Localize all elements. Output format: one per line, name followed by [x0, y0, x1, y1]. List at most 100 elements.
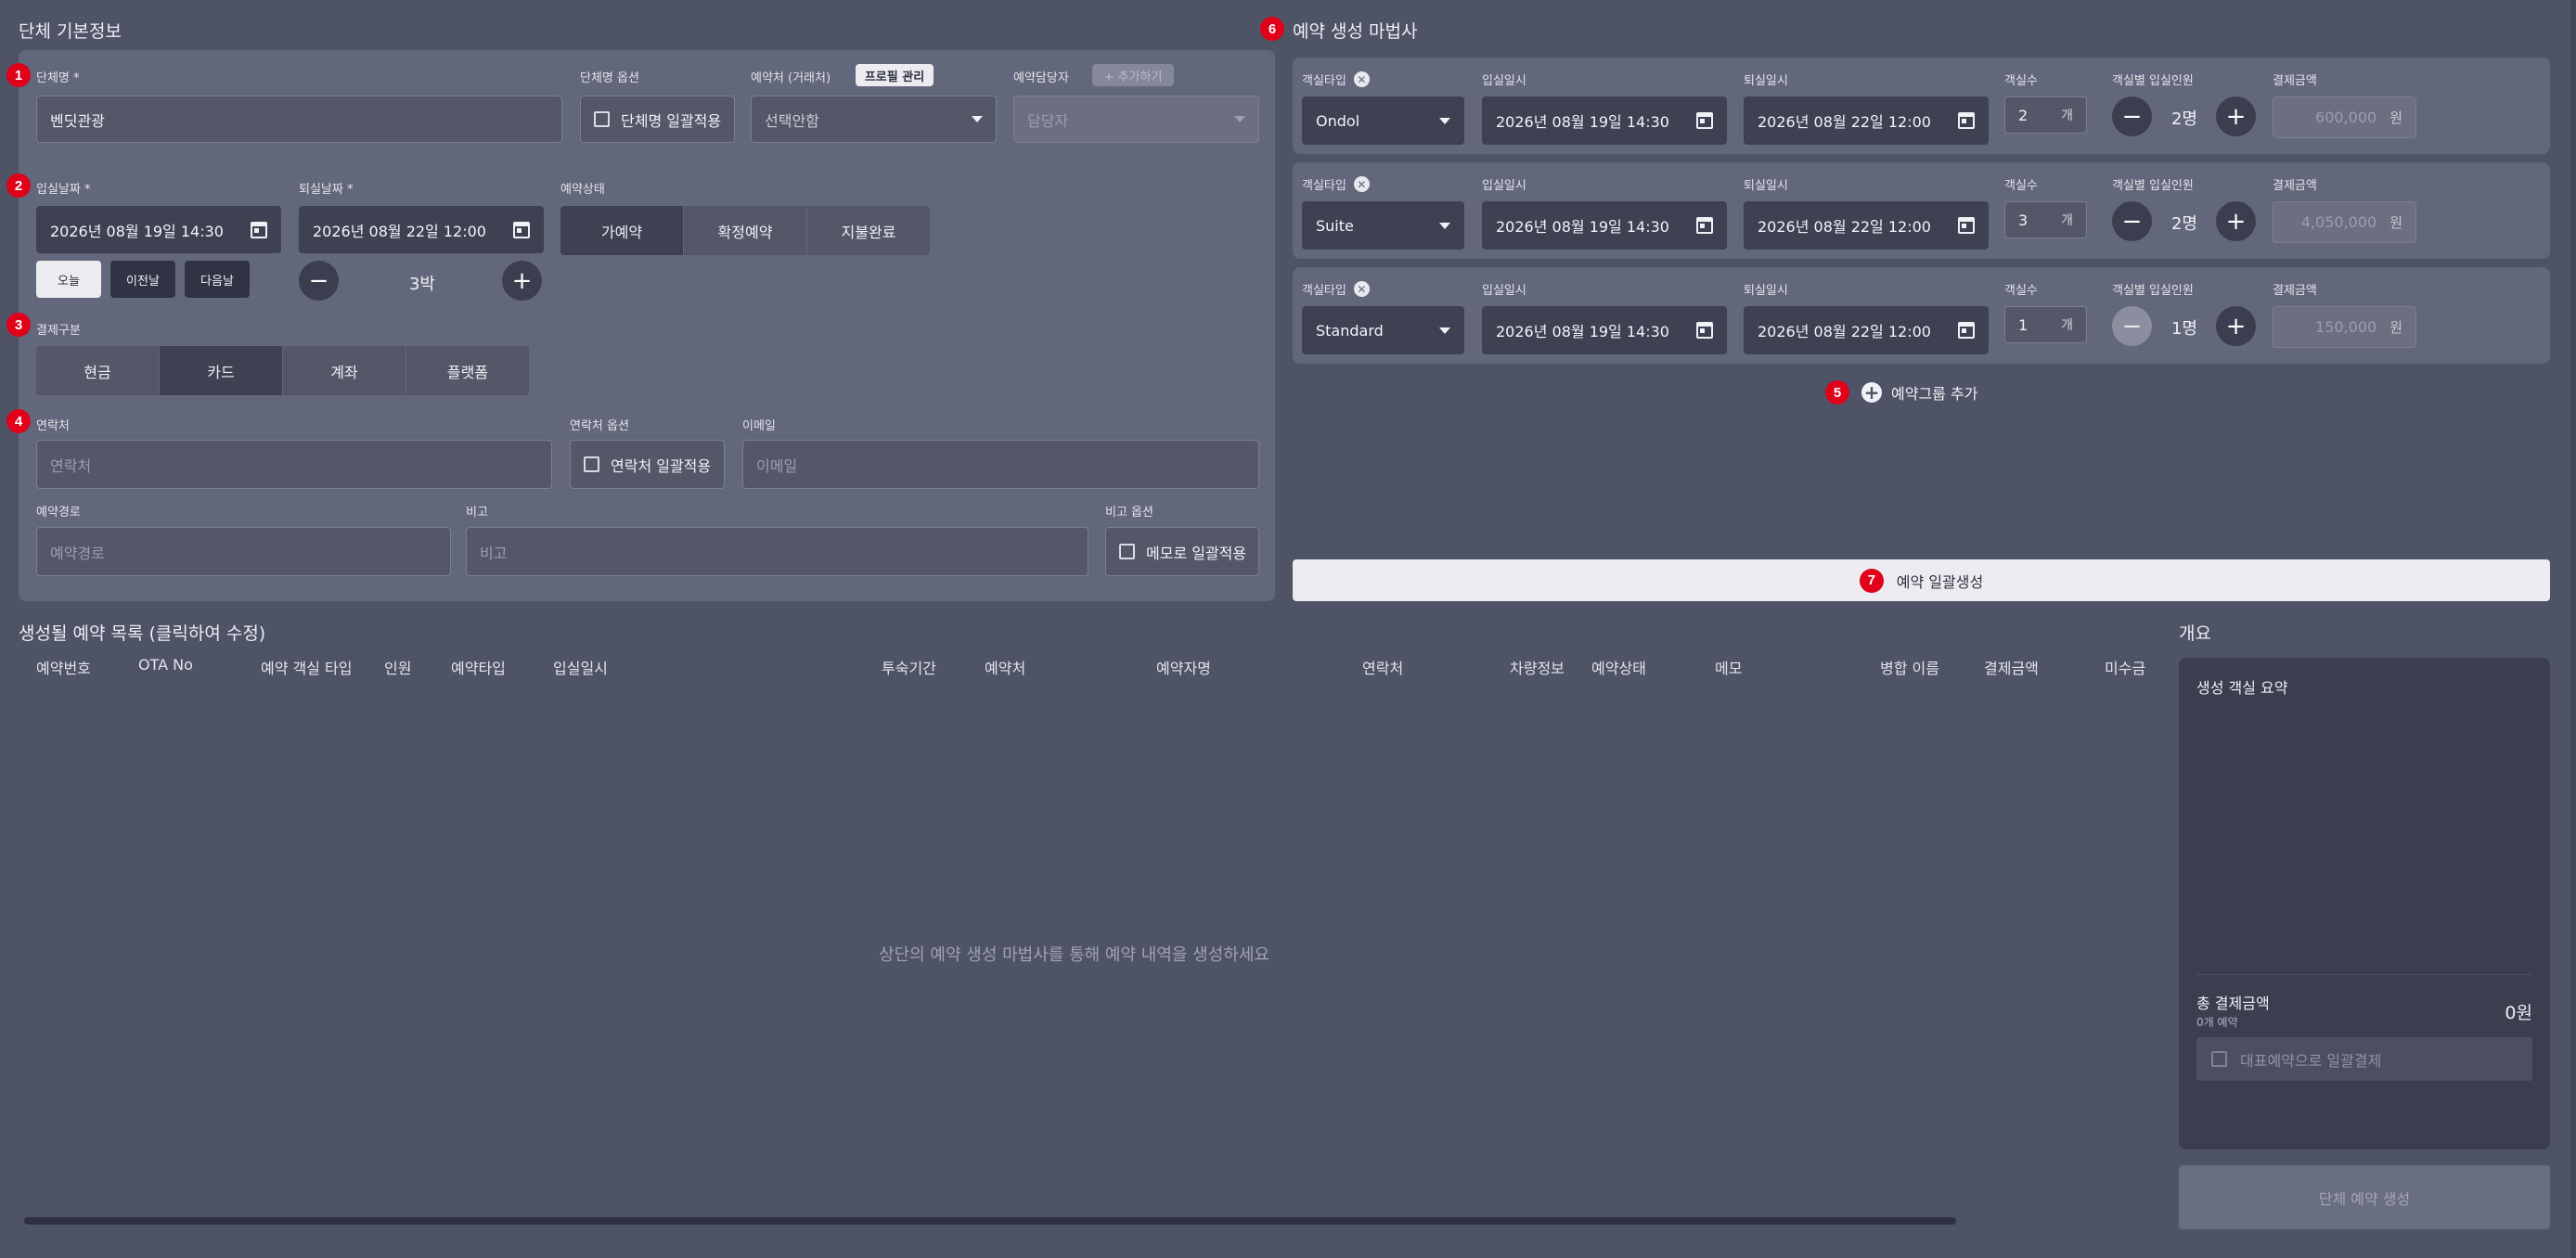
- agency-select[interactable]: 선택안함: [751, 96, 997, 143]
- summary-divider: [2196, 974, 2532, 975]
- room-type-select[interactable]: Suite: [1302, 201, 1464, 250]
- add-manager-button[interactable]: + 추가하기: [1092, 64, 1174, 86]
- route-input[interactable]: 예약경로: [36, 527, 451, 576]
- calendar-icon[interactable]: [1958, 217, 1975, 234]
- manager-select[interactable]: 담당자: [1013, 96, 1259, 143]
- remove-row-icon[interactable]: ✕: [1353, 176, 1370, 192]
- room-type-select[interactable]: Ondol: [1302, 96, 1464, 145]
- empty-list-text: 상단의 예약 생성 마법사를 통해 예약 내역을 생성하세요: [879, 945, 1269, 965]
- calendar-icon[interactable]: [1696, 112, 1713, 129]
- status-option-paid[interactable]: 지불완료: [807, 206, 930, 255]
- payment-option-cash[interactable]: 현금: [36, 346, 160, 395]
- row-checkout-input[interactable]: 2026년 08월 22일 12:00: [1744, 306, 1989, 354]
- contact-apply-checkbox[interactable]: 연락처 일괄적용: [570, 440, 725, 489]
- nights-minus-button[interactable]: −: [299, 261, 339, 301]
- email-input[interactable]: 이메일: [742, 440, 1259, 489]
- guests-value: 1명: [2170, 319, 2197, 339]
- prev-day-button[interactable]: 이전날: [110, 261, 175, 298]
- row-checkout-input[interactable]: 2026년 08월 22일 12:00: [1744, 201, 1989, 250]
- guests-plus-button[interactable]: +: [2216, 201, 2256, 241]
- row-checkout-input[interactable]: 2026년 08월 22일 12:00: [1744, 96, 1989, 145]
- today-button[interactable]: 오늘: [36, 261, 101, 298]
- calendar-icon[interactable]: [1696, 322, 1713, 339]
- guests-minus-button[interactable]: −: [2112, 201, 2152, 241]
- guests-label: 객실별 입실인원: [2112, 179, 2194, 193]
- guests-label: 객실별 입실인원: [2112, 74, 2194, 88]
- amount-input[interactable]: 4,050,000 원: [2273, 201, 2416, 243]
- room-type-select[interactable]: Standard: [1302, 306, 1464, 354]
- reservation-count: 0개 예약: [2196, 1016, 2238, 1029]
- payment-option-platform[interactable]: 플랫폼: [406, 346, 529, 395]
- manager-label: 예약담당자: [1013, 71, 1069, 85]
- contact-label: 연락처: [36, 419, 70, 433]
- horizontal-scrollbar[interactable]: [24, 1217, 1956, 1225]
- rooms-count-input[interactable]: 2 개: [2004, 96, 2087, 134]
- checkout-date-input[interactable]: 2026년 08월 22일 12:00: [299, 206, 544, 253]
- add-group-button[interactable]: + 예약그룹 추가: [1861, 381, 1977, 404]
- remove-row-icon[interactable]: ✕: [1353, 281, 1370, 297]
- checkout-label: 퇴실일시: [1744, 179, 1788, 193]
- payment-segmented-control: 현금 카드 계좌 플랫폼: [36, 346, 529, 395]
- calendar-icon[interactable]: [1696, 217, 1713, 234]
- room-type-value: Standard: [1316, 321, 1384, 340]
- rep-payment-checkbox[interactable]: 대표예약으로 일괄결제: [2196, 1037, 2532, 1081]
- create-group-reservation-button[interactable]: 단체 예약 생성: [2179, 1165, 2550, 1229]
- rooms-unit: 개: [2061, 213, 2073, 228]
- payment-option-account[interactable]: 계좌: [283, 346, 406, 395]
- group-name-input[interactable]: 벤딧관광: [36, 96, 562, 143]
- list-column-header: 예약 객실 타입: [261, 660, 353, 677]
- calendar-icon[interactable]: [513, 221, 530, 238]
- manager-select-placeholder: 담당자: [1027, 111, 1069, 130]
- rooms-label: 객실수: [2004, 179, 2038, 193]
- row-checkin-input[interactable]: 2026년 08월 19일 14:30: [1482, 201, 1727, 250]
- room-type-label-wrap: 객실타입 ✕: [1302, 175, 1370, 193]
- status-label: 예약상태: [560, 183, 605, 197]
- rooms-count-input[interactable]: 3 개: [2004, 201, 2087, 238]
- guests-plus-button[interactable]: +: [2216, 306, 2256, 346]
- status-segmented-control: 가예약 확정예약 지불완료: [560, 206, 930, 255]
- guests-minus-button[interactable]: −: [2112, 96, 2152, 136]
- status-option-tentative[interactable]: 가예약: [560, 206, 684, 255]
- route-label: 예약경로: [36, 506, 81, 520]
- bulk-generate-button[interactable]: 7 예약 일괄생성: [1293, 559, 2550, 601]
- list-column-header: 입실일시: [553, 660, 608, 677]
- badge-7: 7: [1859, 568, 1884, 593]
- badge-5: 5: [1825, 380, 1849, 404]
- list-column-header: 차량정보: [1510, 660, 1565, 677]
- memo-apply-checkbox[interactable]: 메모로 일괄적용: [1105, 527, 1259, 576]
- profile-manage-button[interactable]: 프로필 관리: [856, 64, 934, 86]
- contact-input[interactable]: 연락처: [36, 440, 552, 489]
- amount-value: 600,000: [2315, 109, 2377, 126]
- row-checkout-value: 2026년 08월 22일 12:00: [1758, 323, 1931, 340]
- status-option-confirmed[interactable]: 확정예약: [684, 206, 807, 255]
- rooms-count-value: 3: [2018, 211, 2029, 229]
- group-name-apply-checkbox[interactable]: 단체명 일괄적용: [580, 96, 735, 143]
- checkout-label: 퇴실일시: [1744, 284, 1788, 298]
- remove-row-icon[interactable]: ✕: [1353, 71, 1370, 87]
- guests-plus-button[interactable]: +: [2216, 96, 2256, 136]
- amount-input[interactable]: 600,000 원: [2273, 96, 2416, 138]
- calendar-icon[interactable]: [251, 221, 267, 238]
- payment-option-card[interactable]: 카드: [160, 346, 283, 395]
- checkbox-icon: [584, 456, 599, 472]
- checkbox-icon: [2211, 1051, 2227, 1067]
- calendar-icon[interactable]: [1958, 322, 1975, 339]
- agency-label: 예약처 (거래처): [751, 71, 831, 85]
- row-checkin-input[interactable]: 2026년 08월 19일 14:30: [1482, 306, 1727, 354]
- rooms-unit: 개: [2061, 109, 2073, 123]
- group-name-apply-text: 단체명 일괄적용: [621, 111, 722, 130]
- row-checkin-input[interactable]: 2026년 08월 19일 14:30: [1482, 96, 1727, 145]
- rooms-count-input[interactable]: 1 개: [2004, 306, 2087, 343]
- memo-input[interactable]: 비고: [466, 527, 1088, 576]
- list-column-header: 예약번호: [36, 660, 91, 677]
- next-day-button[interactable]: 다음날: [185, 261, 250, 298]
- summary-title: 개요: [2179, 623, 2211, 644]
- calendar-icon[interactable]: [1958, 112, 1975, 129]
- rooms-label: 객실수: [2004, 284, 2038, 298]
- amount-input[interactable]: 150,000 원: [2273, 306, 2416, 348]
- checkin-date-input[interactable]: 2026년 08월 19일 14:30: [36, 206, 281, 253]
- chevron-down-icon: [972, 116, 983, 122]
- bulk-generate-label: 예약 일괄생성: [1896, 572, 1984, 591]
- nights-plus-button[interactable]: +: [502, 261, 542, 301]
- guests-minus-button[interactable]: −: [2112, 306, 2152, 346]
